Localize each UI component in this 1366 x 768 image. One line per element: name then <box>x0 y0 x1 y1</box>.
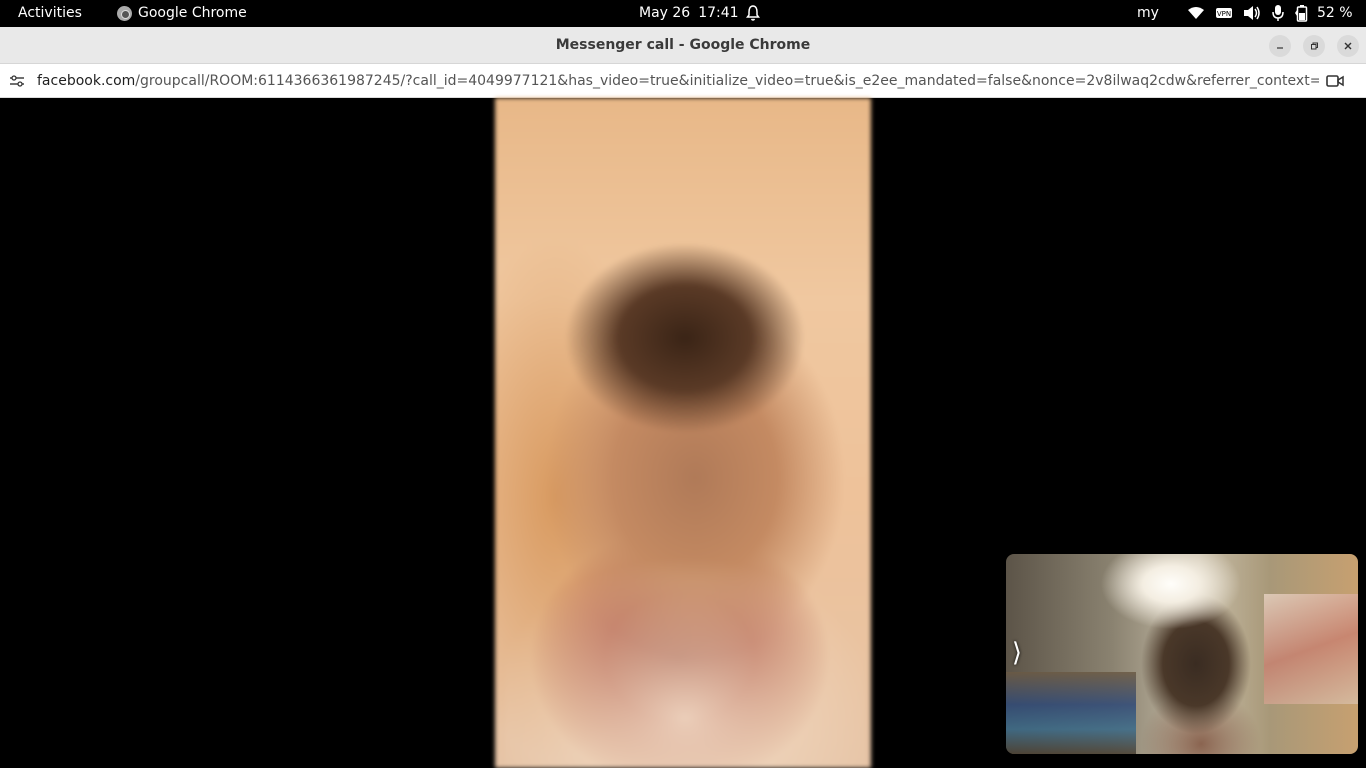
expand-self-view-button[interactable]: ⟩ <box>1006 633 1028 673</box>
clock-time: 17:41 <box>698 5 739 21</box>
self-view-video[interactable] <box>1006 554 1358 754</box>
notification-bell-icon[interactable] <box>745 4 761 22</box>
url-domain: facebook.com <box>37 73 136 89</box>
battery-icon <box>1295 5 1308 22</box>
chrome-icon <box>117 5 132 21</box>
call-stage: ⟩ <box>0 98 1366 768</box>
input-language-indicator[interactable]: my <box>1137 5 1159 21</box>
restore-button[interactable] <box>1303 35 1325 57</box>
minimize-button[interactable] <box>1269 35 1291 57</box>
camera-in-use-icon[interactable] <box>1326 73 1344 89</box>
close-icon <box>1344 42 1352 50</box>
system-tray[interactable]: VPN 52 % <box>1187 4 1353 22</box>
volume-icon <box>1244 6 1260 20</box>
self-view-shape-shelf <box>1006 672 1136 754</box>
app-menu[interactable]: Google Chrome <box>117 5 247 21</box>
address-bar[interactable]: facebook.com/groupcall/ROOM:611436636198… <box>0 64 1366 98</box>
svg-text:VPN: VPN <box>1217 10 1231 18</box>
app-menu-label: Google Chrome <box>138 5 247 21</box>
wifi-icon <box>1188 7 1204 19</box>
remote-participant-video[interactable] <box>495 98 871 768</box>
close-button[interactable] <box>1337 35 1359 57</box>
remote-video-shape <box>505 558 865 768</box>
url-path: /groupcall/ROOM:6114366361987245/?call_i… <box>135 73 1319 89</box>
site-settings-icon[interactable] <box>9 73 25 89</box>
window-titlebar[interactable]: Messenger call - Google Chrome <box>0 27 1366 64</box>
battery-percentage: 52 % <box>1317 5 1353 21</box>
url-text[interactable]: facebook.com/groupcall/ROOM:611436636198… <box>37 73 1319 89</box>
vpn-icon: VPN <box>1216 8 1232 18</box>
clock[interactable]: May 26 17:41 <box>639 5 739 21</box>
minimize-icon <box>1277 47 1283 49</box>
restore-icon <box>1311 42 1318 50</box>
microphone-icon <box>1272 5 1284 21</box>
clock-date: May 26 <box>639 5 691 21</box>
activities-button[interactable]: Activities <box>18 5 82 21</box>
self-view-shape-poster <box>1264 594 1358 704</box>
window-title: Messenger call - Google Chrome <box>555 37 811 53</box>
system-top-bar: Activities Google Chrome May 26 17:41 my… <box>0 0 1366 27</box>
